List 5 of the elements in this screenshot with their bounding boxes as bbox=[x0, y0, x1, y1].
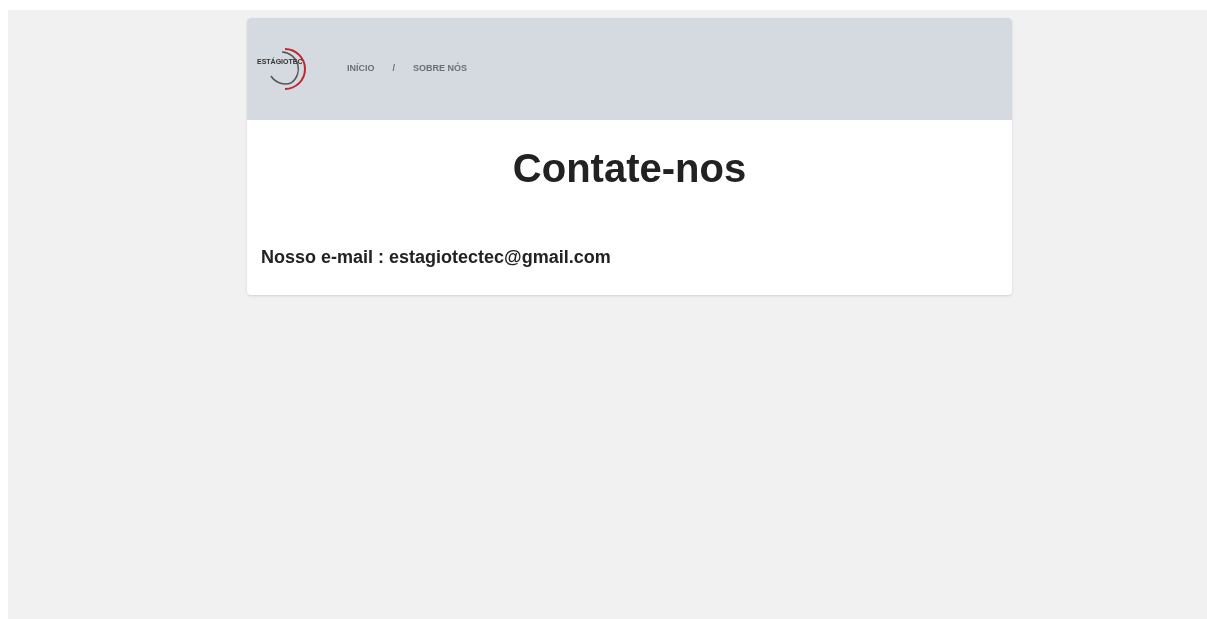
nav-link[interactable]: SOBRE NÓS bbox=[413, 62, 468, 76]
email-text: Nosso e-mail : estagiotectec@gmail.com bbox=[260, 246, 612, 269]
nav-link[interactable]: INÍCIO bbox=[347, 62, 375, 76]
page-title: Contate-nos bbox=[511, 145, 748, 192]
breadcrumb-separator: / bbox=[392, 62, 396, 76]
